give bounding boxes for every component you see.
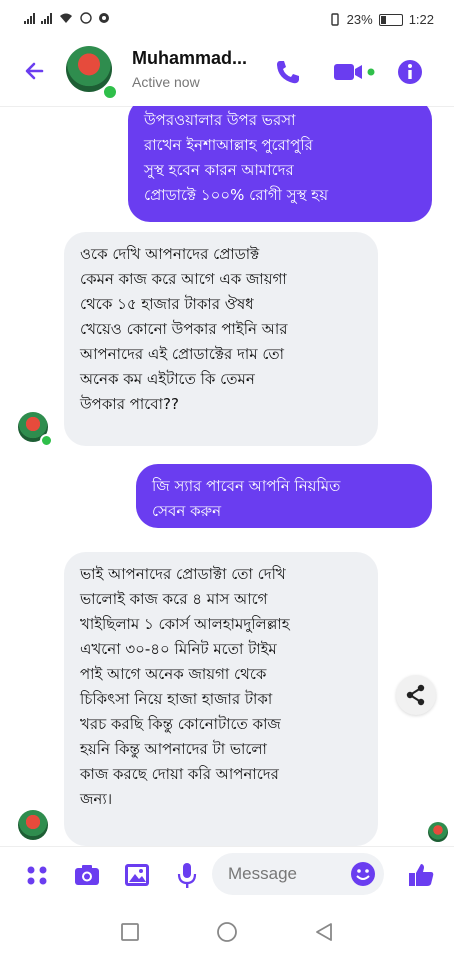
seen-indicator-avatar (428, 822, 448, 842)
microphone-icon[interactable] (172, 861, 202, 889)
status-bar: 23% 1:22 (0, 0, 454, 38)
status-left (24, 12, 110, 24)
share-icon (406, 684, 425, 706)
notification-icon (99, 13, 109, 23)
incoming-message[interactable]: ওকে দেখি আপনাদের প্রোডাক্ট কেমন কাজ করে … (64, 232, 378, 446)
signal-icon (24, 12, 35, 24)
signal-icon-2 (41, 12, 52, 24)
outgoing-message[interactable]: জি স্যার পাবেন আপনি নিয়মিত সেবন করুন (136, 464, 432, 528)
back-triangle-icon[interactable] (312, 920, 336, 944)
navigation-bar (0, 902, 454, 960)
phone-icon[interactable] (272, 58, 302, 86)
composer-bar: Message (0, 846, 454, 903)
online-indicator (40, 434, 53, 447)
vibrate-icon (330, 13, 339, 26)
outgoing-message[interactable]: উপরওয়ালার উপর ভরসা রাখেন ইনশাআল্লাহ পুর… (128, 106, 432, 222)
home-circle-icon[interactable] (215, 920, 239, 944)
battery-percent: 23% (346, 12, 373, 27)
info-icon[interactable] (396, 58, 424, 86)
wifi-icon (60, 13, 72, 23)
like-icon[interactable] (406, 861, 436, 889)
recents-square-icon[interactable] (118, 920, 142, 944)
chat-header: Muhammad... Active now (0, 38, 454, 107)
messenger-notification-icon (80, 12, 92, 24)
status-right: 23% 1:22 (329, 12, 434, 27)
message-placeholder: Message (228, 864, 297, 883)
contact-name[interactable]: Muhammad... (132, 48, 247, 69)
contact-mini-avatar (18, 810, 48, 840)
clock: 1:22 (408, 12, 434, 27)
menu-dots-icon[interactable] (22, 861, 52, 889)
gallery-icon[interactable] (122, 861, 152, 889)
chat-area[interactable]: উপরওয়ালার উপর ভরসা রাখেন ইনশাআল্লাহ পুর… (0, 106, 454, 846)
camera-icon[interactable] (72, 861, 102, 889)
share-button[interactable] (396, 675, 436, 715)
incoming-message[interactable]: ভাই আপনাদের প্রোডাক্টা তো দেখি ভালোই কাজ… (64, 552, 378, 846)
presence-status: Active now (132, 74, 200, 90)
video-call-icon[interactable] (332, 58, 376, 86)
battery-icon (378, 13, 403, 26)
emoji-icon[interactable] (350, 861, 376, 887)
back-arrow-icon[interactable] (20, 56, 50, 86)
online-indicator (102, 84, 118, 100)
message-input[interactable]: Message (212, 853, 384, 895)
